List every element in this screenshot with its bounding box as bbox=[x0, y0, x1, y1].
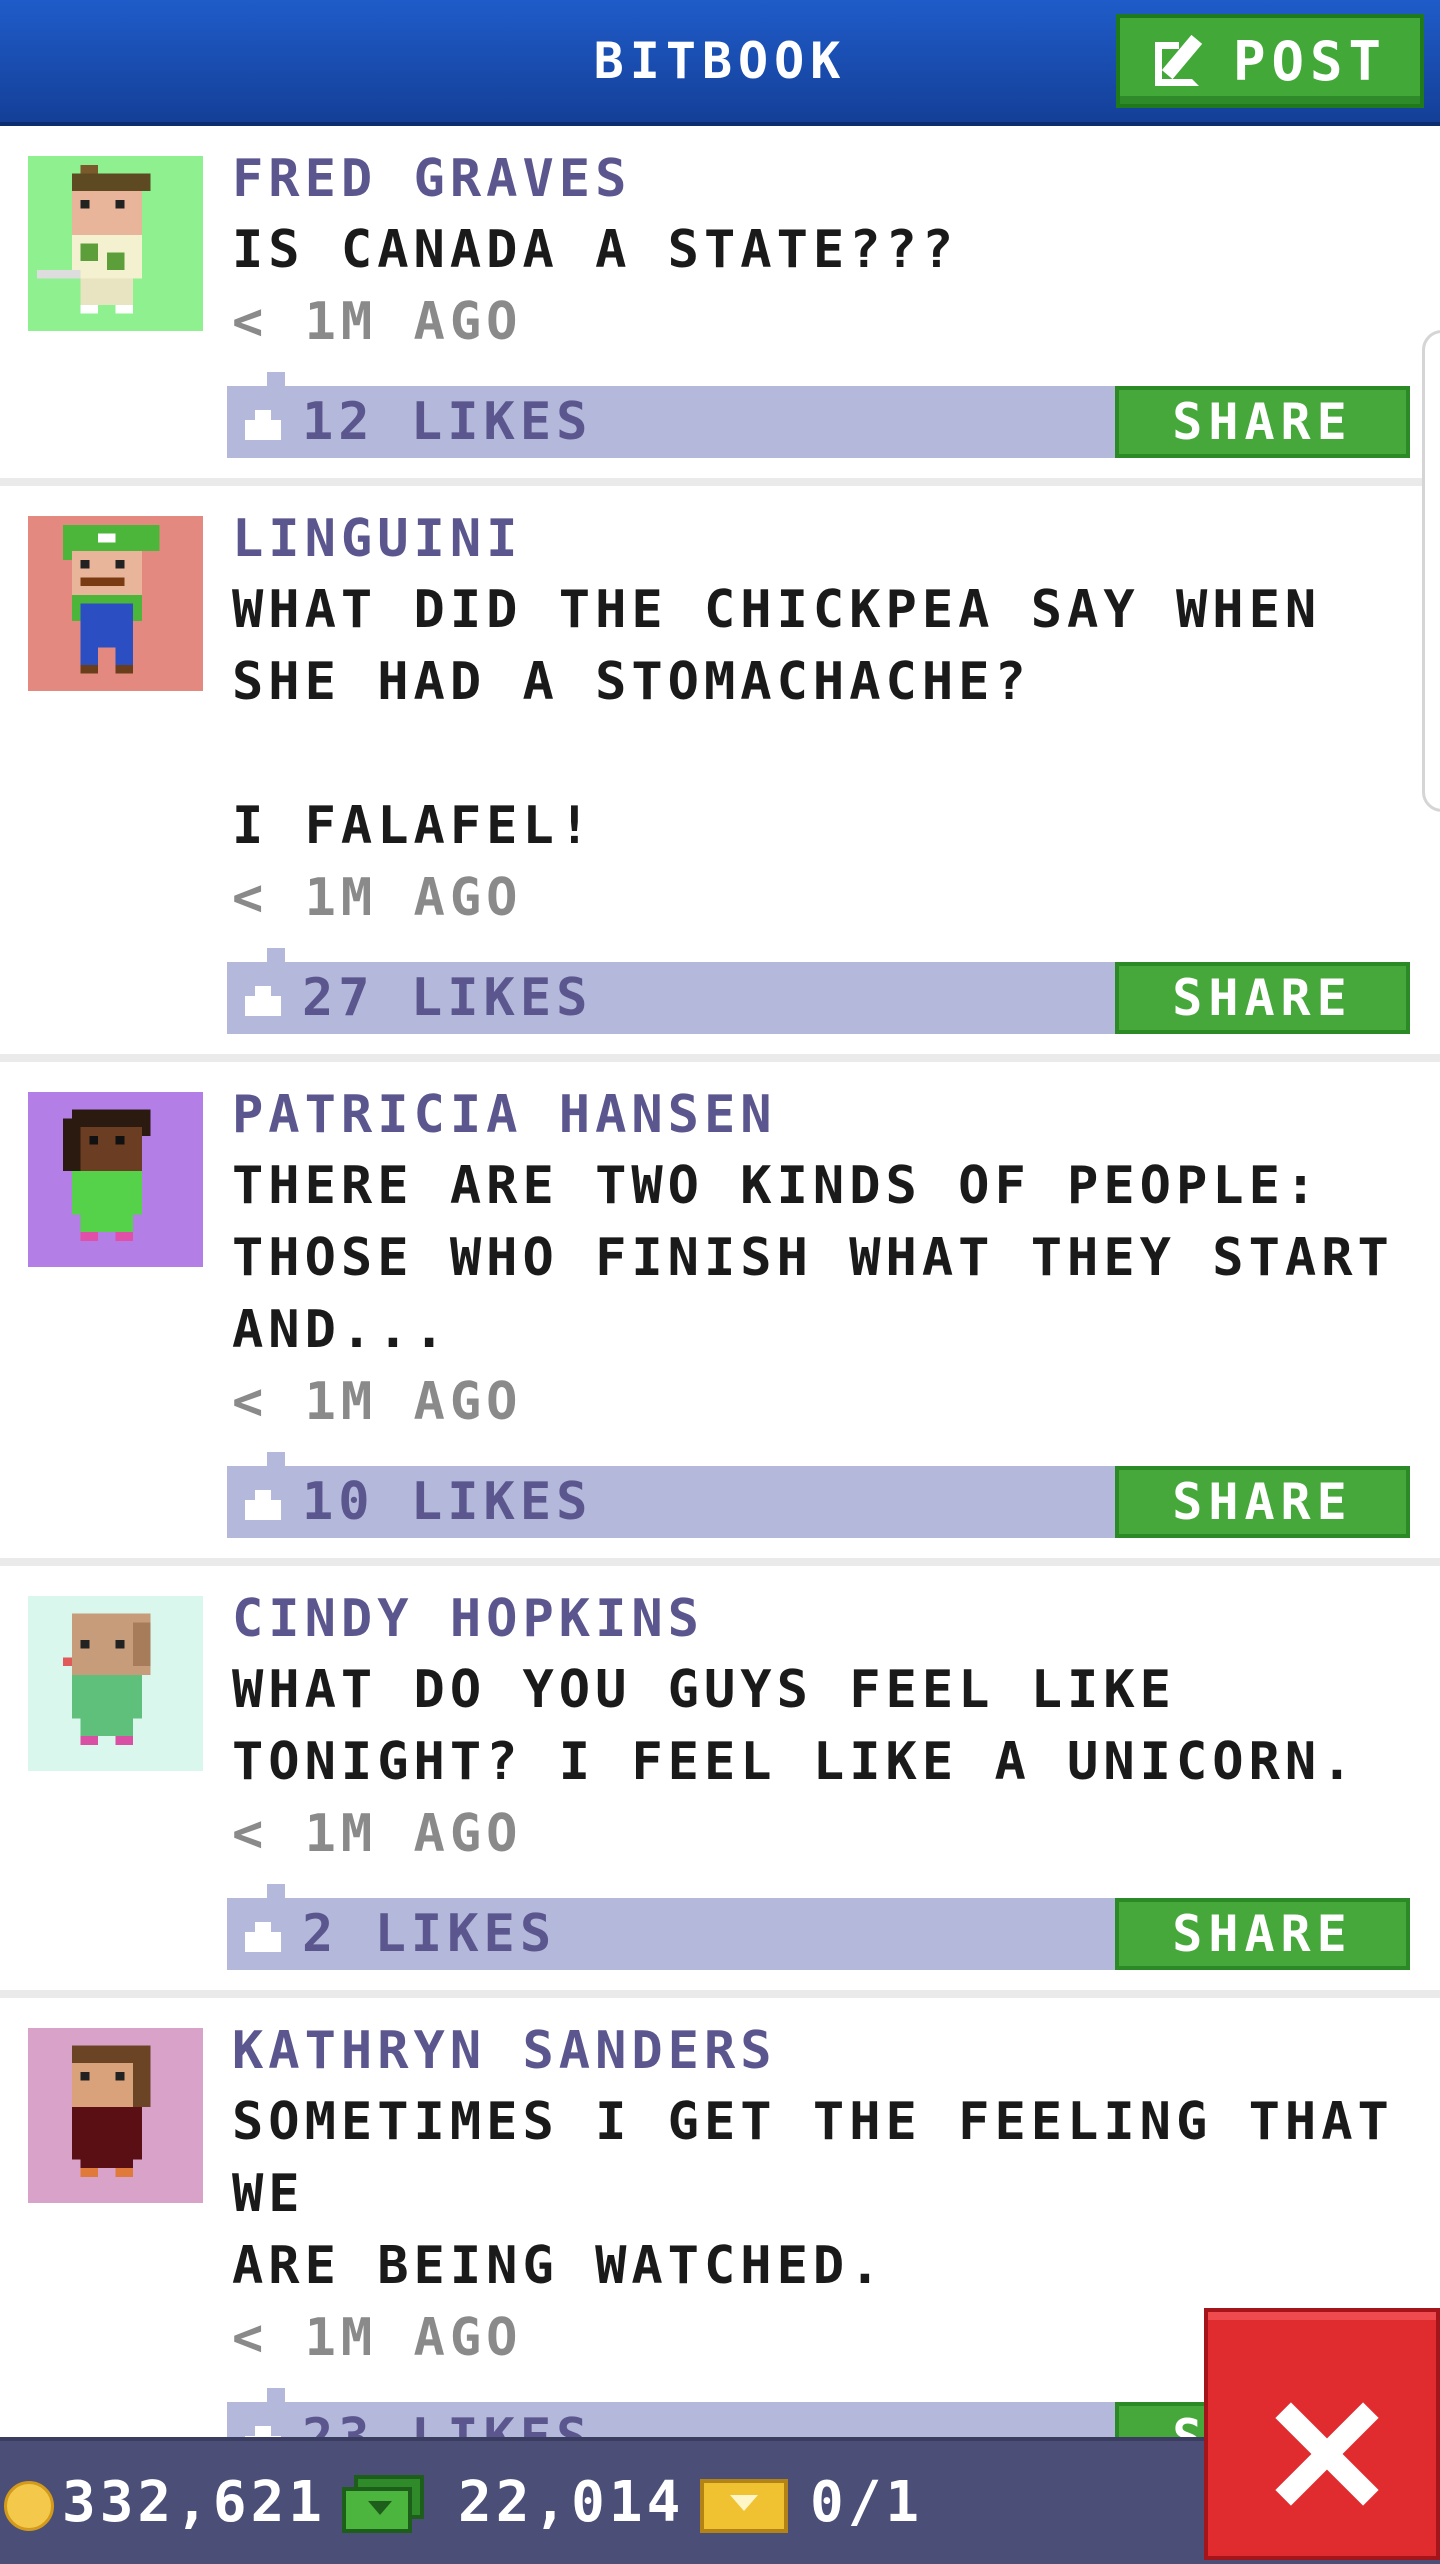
close-button[interactable] bbox=[1204, 2308, 1440, 2560]
likes-count: 12 LIKES bbox=[302, 392, 593, 452]
post-message: THERE ARE TWO KINDS OF PEOPLE: THOSE WHO… bbox=[232, 1156, 1394, 1360]
share-button[interactable]: SHARE bbox=[1115, 962, 1410, 1034]
share-button[interactable]: SHARE bbox=[1115, 1898, 1410, 1970]
close-icon bbox=[1274, 2402, 1379, 2506]
post-time: < 1M AGO bbox=[232, 1372, 523, 1432]
post-author[interactable]: CINDY HOPKINS bbox=[232, 1584, 1400, 1654]
share-button[interactable]: SHARE bbox=[1115, 1466, 1410, 1538]
avatar bbox=[28, 516, 203, 691]
coins-count: 332,621 bbox=[62, 2470, 327, 2535]
post-author[interactable]: FRED GRAVES bbox=[232, 144, 1400, 214]
avatar bbox=[28, 1092, 203, 1267]
thumbs-up-icon[interactable] bbox=[245, 1486, 285, 1520]
likes-count: 27 LIKES bbox=[302, 968, 593, 1028]
post-message: WHAT DID THE CHICKPEA SAY WHEN SHE HAD A… bbox=[232, 580, 1322, 856]
scroll-handle[interactable] bbox=[1422, 330, 1440, 812]
app-header: BITBOOK POST bbox=[0, 0, 1440, 126]
edit-icon bbox=[1153, 32, 1211, 90]
post-author[interactable]: LINGUINI bbox=[232, 504, 1400, 574]
feed-post: FRED GRAVES IS CANADA A STATE??? < 1M AG… bbox=[0, 126, 1440, 486]
post-time: < 1M AGO bbox=[232, 292, 523, 352]
like-bar: 10 LIKES SHARE bbox=[227, 1452, 1410, 1538]
post-author[interactable]: KATHRYN SANDERS bbox=[232, 2016, 1400, 2086]
bux-count: 22,014 bbox=[458, 2470, 685, 2535]
feed[interactable]: FRED GRAVES IS CANADA A STATE??? < 1M AG… bbox=[0, 126, 1440, 2502]
thumbs-up-icon[interactable] bbox=[245, 406, 285, 440]
feed-post: LINGUINI WHAT DID THE CHICKPEA SAY WHEN … bbox=[0, 486, 1440, 1062]
post-author[interactable]: PATRICIA HANSEN bbox=[232, 1080, 1400, 1150]
likes-count: 2 LIKES bbox=[302, 1904, 557, 1964]
thumbs-up-icon[interactable] bbox=[245, 1918, 285, 1952]
post-time: < 1M AGO bbox=[232, 868, 523, 928]
feed-post: CINDY HOPKINS WHAT DO YOU GUYS FEEL LIKE… bbox=[0, 1566, 1440, 1998]
likes-count: 10 LIKES bbox=[302, 1472, 593, 1532]
avatar bbox=[28, 156, 203, 331]
post-message: IS CANADA A STATE??? bbox=[232, 220, 959, 280]
thumbs-up-icon[interactable] bbox=[245, 982, 285, 1016]
post-message: WHAT DO YOU GUYS FEEL LIKE TONIGHT? I FE… bbox=[232, 1660, 1358, 1792]
post-time: < 1M AGO bbox=[232, 1804, 523, 1864]
feed-post: PATRICIA HANSEN THERE ARE TWO KINDS OF P… bbox=[0, 1062, 1440, 1566]
share-button[interactable]: SHARE bbox=[1115, 386, 1410, 458]
post-button-label: POST bbox=[1232, 29, 1388, 93]
bux-icon bbox=[342, 2475, 424, 2533]
like-bar: 27 LIKES SHARE bbox=[227, 948, 1410, 1034]
avatar bbox=[28, 2028, 203, 2203]
like-bar: 2 LIKES SHARE bbox=[227, 1884, 1410, 1970]
post-button[interactable]: POST bbox=[1116, 14, 1424, 108]
like-bar: 12 LIKES SHARE bbox=[227, 372, 1410, 458]
tickets-count: 0/1 bbox=[810, 2470, 924, 2535]
coin-icon bbox=[4, 2481, 54, 2531]
ticket-icon bbox=[700, 2479, 788, 2533]
avatar bbox=[28, 1596, 203, 1771]
post-message: SOMETIMES I GET THE FEELING THAT WE ARE … bbox=[232, 2092, 1394, 2296]
